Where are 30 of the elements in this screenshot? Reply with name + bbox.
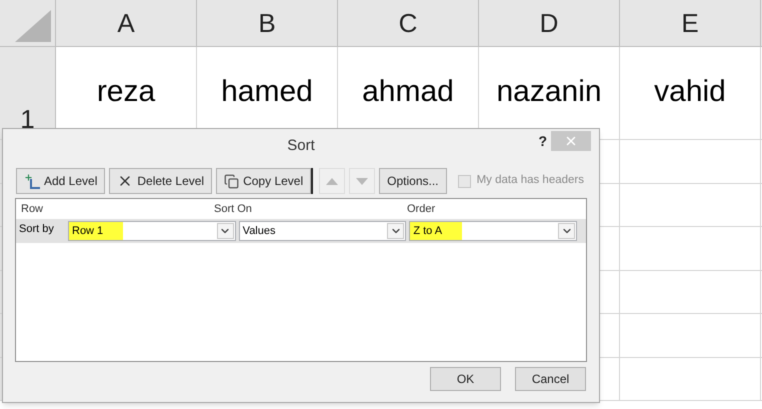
- dropdown-field[interactable]: Row 1: [68, 221, 236, 241]
- dropdown-field[interactable]: Values: [238, 221, 406, 241]
- table-cell: vahid: [620, 47, 761, 139]
- column-heading: Order: [406, 202, 436, 217]
- dropdown-value: Z to A: [410, 222, 462, 240]
- toolbar-button[interactable]: Copy Level: [216, 168, 312, 194]
- dropdown-value: Values: [242, 224, 276, 239]
- close-icon: [564, 134, 578, 148]
- toolbar-button[interactable]: Delete Level: [109, 168, 212, 194]
- close-button[interactable]: [551, 131, 591, 151]
- column-heading: Row: [20, 202, 44, 217]
- column-heading: Sort On: [213, 202, 253, 217]
- copy-icon: [224, 174, 240, 188]
- sort-level-row[interactable]: Sort by Row 1 Values Z to A: [16, 219, 586, 243]
- cancel-button[interactable]: Cancel: [515, 367, 586, 391]
- column-header[interactable]: E: [620, 0, 761, 46]
- down-triangle-icon: [356, 178, 368, 184]
- toolbar-button[interactable]: Options...: [379, 168, 446, 194]
- checkbox-label: My data has headers: [476, 173, 584, 188]
- toolbar-button[interactable]: Add Level: [16, 168, 106, 194]
- column-header[interactable]: A: [56, 0, 197, 46]
- column-header[interactable]: B: [197, 0, 338, 46]
- add-sort-icon: [24, 173, 40, 189]
- column-header[interactable]: C: [338, 0, 479, 46]
- dropdown-value: Row 1: [69, 222, 124, 240]
- dropdown-field[interactable]: Z to A: [409, 221, 578, 241]
- column-header[interactable]: D: [479, 0, 620, 46]
- ok-button[interactable]: OK: [430, 367, 501, 391]
- sort-by-label: Sort by: [18, 222, 55, 237]
- up-triangle-icon: [326, 178, 338, 184]
